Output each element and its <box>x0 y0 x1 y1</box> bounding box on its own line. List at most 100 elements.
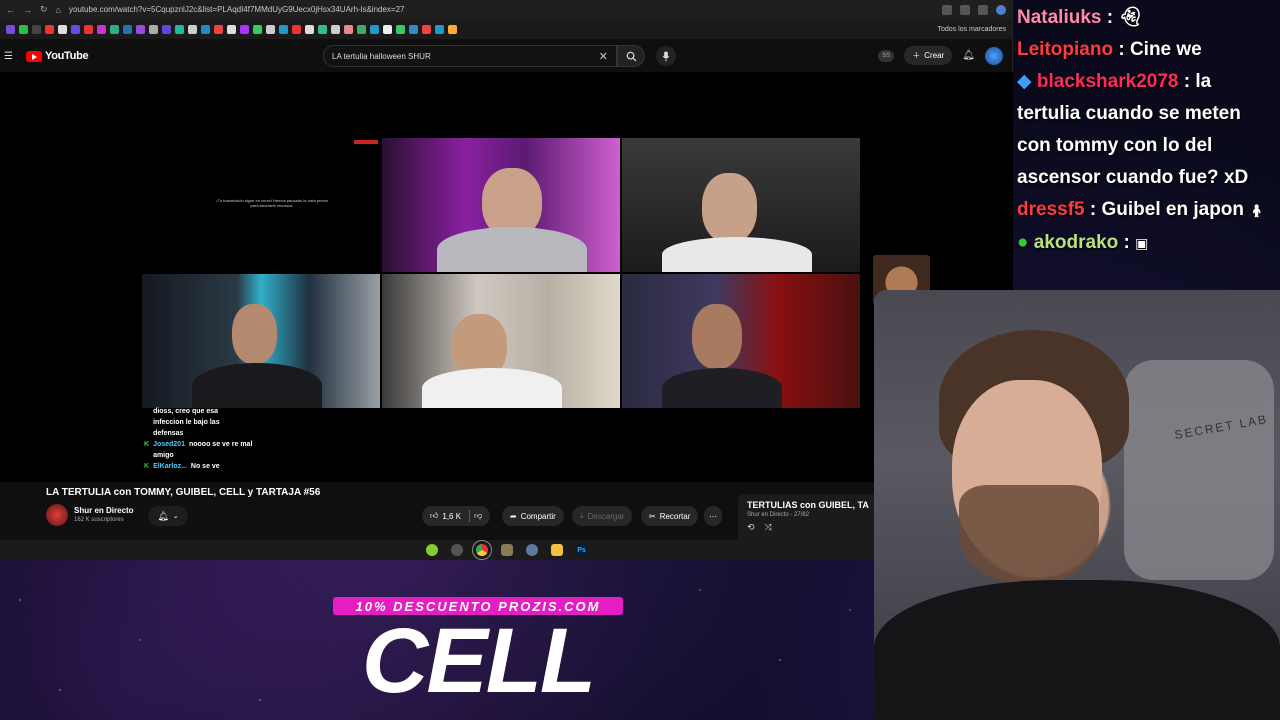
create-button[interactable]: ＋ Crear <box>904 46 953 65</box>
bookmark-icon[interactable] <box>19 24 28 34</box>
bookmark-icon[interactable] <box>32 24 41 34</box>
ghost-emote-icon: 👻︎ <box>1118 7 1143 28</box>
bookmark-icon[interactable] <box>97 24 106 34</box>
bookmark-icon[interactable] <box>45 24 54 34</box>
bookmark-icon[interactable] <box>175 24 184 34</box>
menu-icon[interactable]: ☰ <box>4 51 18 62</box>
avatar[interactable] <box>985 46 1003 65</box>
bookmark-icon[interactable] <box>214 24 223 34</box>
shuffle-icon[interactable]: ⤨ <box>765 522 772 533</box>
notifications-button[interactable]: 🔔︎ ⌄ <box>148 506 188 526</box>
search-query: LA tertulia halloween SHUR <box>332 51 431 61</box>
voice-search-button[interactable] <box>656 46 676 66</box>
channel-avatar[interactable] <box>46 504 68 526</box>
bookmark-icon[interactable] <box>331 24 340 34</box>
home-icon[interactable]: ⌂ <box>56 5 61 15</box>
participant-body <box>422 368 562 408</box>
photoshop-icon[interactable]: Ps <box>575 544 588 556</box>
chat-username: blackshark2078 <box>1036 71 1179 92</box>
share-icon: ➦ <box>510 511 517 521</box>
bookmark-icon[interactable] <box>58 24 67 34</box>
bookmark-icon[interactable] <box>292 24 301 34</box>
bookmark-icon[interactable] <box>149 24 158 34</box>
emote-icon: 🧍︎ <box>1249 204 1265 218</box>
dislike-icon[interactable]: 👎︎ <box>474 511 482 521</box>
profile-icon[interactable] <box>996 4 1006 15</box>
search-input[interactable]: LA tertulia halloween SHUR ✕ <box>323 45 617 67</box>
bookmark-icon[interactable] <box>422 24 431 34</box>
search-icon <box>626 51 637 62</box>
kick-icon: K <box>144 441 150 448</box>
like-count: 1,6 K <box>442 511 462 521</box>
forward-icon[interactable]: → <box>23 5 32 15</box>
bookmark-icon[interactable] <box>201 24 210 34</box>
bookmark-icon[interactable] <box>370 24 379 34</box>
loop-icon[interactable]: ⟲ <box>747 522 755 533</box>
bookmark-icon[interactable] <box>318 24 327 34</box>
bell-icon[interactable]: 🔔︎ <box>962 50 975 61</box>
extension-icon[interactable] <box>978 4 988 15</box>
bookmark-icon[interactable] <box>305 24 314 34</box>
more-button[interactable]: ⋯ <box>704 506 722 526</box>
taskbar-app-icon[interactable] <box>525 544 538 556</box>
bookmark-icon[interactable] <box>240 24 249 34</box>
download-button[interactable]: ⤓ Descargar <box>572 506 633 526</box>
reload-icon[interactable]: ↻ <box>40 4 48 15</box>
bookmark-icon[interactable] <box>448 24 457 34</box>
bookmarks-folder[interactable]: Todos los marcadores <box>938 26 1006 33</box>
bookmark-icon[interactable] <box>71 24 80 34</box>
bookmark-icon[interactable] <box>279 24 288 34</box>
back-icon[interactable]: ← <box>6 5 15 15</box>
participant-body <box>192 363 322 408</box>
ss-chip[interactable]: SS <box>878 49 895 62</box>
bookmark-icon[interactable] <box>227 24 236 34</box>
bookmark-icon[interactable] <box>344 24 353 34</box>
chat-username: dressf5 <box>1017 199 1085 220</box>
participant-body <box>662 368 782 408</box>
clear-icon[interactable]: ✕ <box>599 50 608 63</box>
youtube-logo[interactable]: YouTube <box>26 50 89 62</box>
clip-button[interactable]: ✂ Recortar <box>641 506 699 526</box>
url-field[interactable]: youtube.com/watch?v=5CqupznlJ2c&list=PLA… <box>69 5 934 14</box>
bookmark-icon[interactable] <box>136 24 145 34</box>
channel-name[interactable]: Shur en Directo <box>74 506 134 515</box>
taskbar-app-icon[interactable] <box>450 544 463 556</box>
chat-username: Nataliuks <box>1017 7 1102 28</box>
address-bar: ← → ↻ ⌂ youtube.com/watch?v=5CqupznlJ2c&… <box>0 0 1012 19</box>
playlist-subtitle: Shur en Directo - 27/82 <box>747 512 810 518</box>
bookmark-icon[interactable] <box>266 24 275 34</box>
video-tile-participant <box>382 274 620 408</box>
bookmark-icon[interactable] <box>409 24 418 34</box>
extension-icon[interactable] <box>942 4 952 15</box>
search-button[interactable] <box>617 45 645 67</box>
bookmark-icon[interactable] <box>188 24 197 34</box>
chevron-down-icon: ⌄ <box>172 513 179 520</box>
bookmark-icon[interactable] <box>123 24 132 34</box>
video-chat-overlay: Kdioss, creo que esa Kinfeccion le bajo … <box>144 406 284 472</box>
video-tile-participant <box>622 274 860 408</box>
chrome-icon[interactable] <box>471 540 492 560</box>
bookmark-icon[interactable] <box>162 24 171 34</box>
bookmark-icon[interactable] <box>84 24 93 34</box>
video-player[interactable]: ¡Tu transmisión sigue en curso! Hemos pa… <box>0 72 1013 482</box>
folder-icon[interactable] <box>550 544 563 556</box>
bookmark-icon[interactable] <box>6 24 15 34</box>
streamer-body <box>874 580 1280 720</box>
bookmark-icon[interactable] <box>357 24 366 34</box>
extension-icon[interactable] <box>960 4 970 15</box>
participant-body <box>662 237 812 272</box>
participant-face <box>702 173 757 243</box>
chat-username: Leitopiano <box>1017 39 1114 60</box>
bookmark-icon[interactable] <box>110 24 119 34</box>
bookmark-icon[interactable] <box>253 24 262 34</box>
share-button[interactable]: ➦ Compartir <box>502 506 564 526</box>
more-icon: ⋯ <box>709 511 717 521</box>
bookmark-icon[interactable] <box>383 24 392 34</box>
bookmark-icon[interactable] <box>396 24 405 34</box>
taskbar-app-icon[interactable] <box>500 544 513 556</box>
plus-icon: ＋ <box>912 51 921 60</box>
playlist-panel[interactable]: TERTULIAS con GUIBEL, TA Shur en Directo… <box>738 494 878 542</box>
taskbar-app-icon[interactable] <box>425 544 438 556</box>
bookmark-icon[interactable] <box>435 24 444 34</box>
like-button[interactable]: 👍︎ 1,6 K 👎︎ <box>422 506 491 526</box>
